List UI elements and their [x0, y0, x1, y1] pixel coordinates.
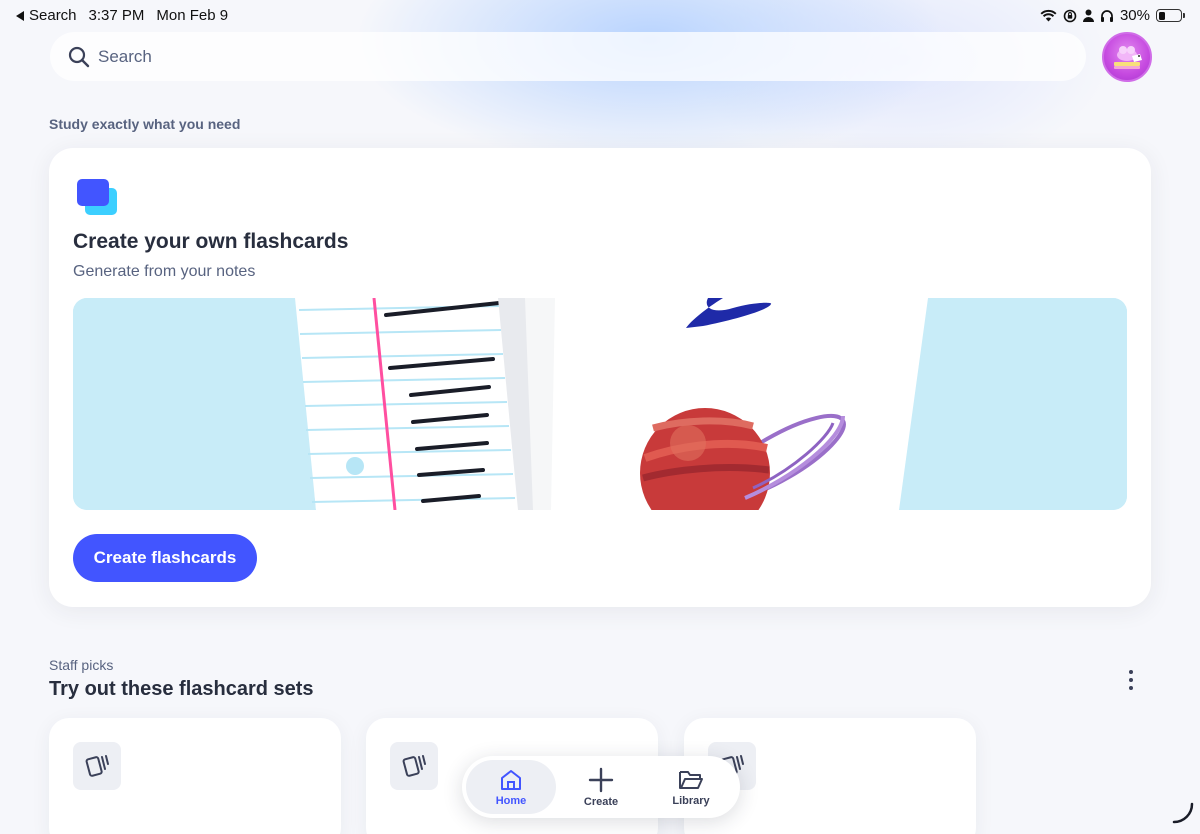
- status-time: 3:37 PM: [88, 7, 145, 24]
- back-to-app-label: Search: [29, 7, 77, 24]
- flashcards-icon: [77, 179, 117, 215]
- tab-create[interactable]: Create: [556, 760, 646, 814]
- status-right: 30%: [1040, 7, 1185, 24]
- more-options-button[interactable]: [1120, 668, 1142, 692]
- status-bar: Search 3:37 PM Mon Feb 9 30%: [0, 0, 1200, 32]
- folder-icon: [679, 770, 703, 789]
- card-illustration: [73, 298, 1127, 510]
- tab-home-label: Home: [495, 794, 527, 807]
- cards-icon-glyph: [85, 755, 109, 777]
- more-dot: [1129, 686, 1133, 690]
- create-flashcards-button[interactable]: Create flashcards: [73, 534, 257, 582]
- status-date: Mon Feb 9: [156, 7, 229, 24]
- staff-picks-title: Try out these flashcard sets: [49, 678, 314, 700]
- battery-fill: [1158, 11, 1165, 20]
- profile-avatar-icon: [1114, 46, 1142, 69]
- back-triangle-icon: [16, 10, 24, 21]
- home-icon: [501, 769, 521, 790]
- more-dot: [1129, 678, 1133, 682]
- search-bar[interactable]: Search: [50, 32, 1086, 81]
- status-left: Search 3:37 PM Mon Feb 9: [16, 7, 228, 24]
- notes-planet-illustration: [73, 298, 1127, 510]
- card-subtitle: Generate from your notes: [73, 263, 256, 280]
- back-to-app-button[interactable]: Search: [16, 7, 77, 24]
- plus-icon: [588, 767, 614, 792]
- headphones-icon: [1100, 9, 1113, 22]
- wifi-icon: [1040, 9, 1057, 22]
- more-vertical-icon: [1129, 670, 1133, 674]
- bottom-tab-bar: Home Create Library: [462, 756, 740, 818]
- tab-library[interactable]: Library: [646, 760, 736, 814]
- section-label-study: Study exactly what you need: [49, 116, 241, 132]
- tab-create-label: Create: [583, 795, 619, 808]
- cards-icon: [390, 742, 438, 790]
- search-icon: [68, 46, 90, 67]
- loading-spinner-icon: [1172, 802, 1194, 824]
- cards-icon: [73, 742, 121, 790]
- avatar[interactable]: [1102, 32, 1152, 82]
- tab-library-label: Library: [672, 794, 710, 807]
- create-flashcards-card[interactable]: Create your own flashcards Generate from…: [49, 148, 1151, 607]
- rotation-lock-icon: [1063, 9, 1077, 22]
- person-icon: [1082, 9, 1094, 22]
- tab-home[interactable]: Home: [466, 760, 556, 814]
- card-title: Create your own flashcards: [73, 230, 349, 253]
- battery-percent: 30%: [1119, 7, 1150, 24]
- battery-icon: [1156, 9, 1185, 22]
- search-placeholder: Search: [98, 46, 152, 66]
- cards-icon-glyph: [402, 755, 426, 777]
- staff-picks-label: Staff picks: [49, 657, 114, 673]
- flashcard-set-card[interactable]: [49, 718, 341, 834]
